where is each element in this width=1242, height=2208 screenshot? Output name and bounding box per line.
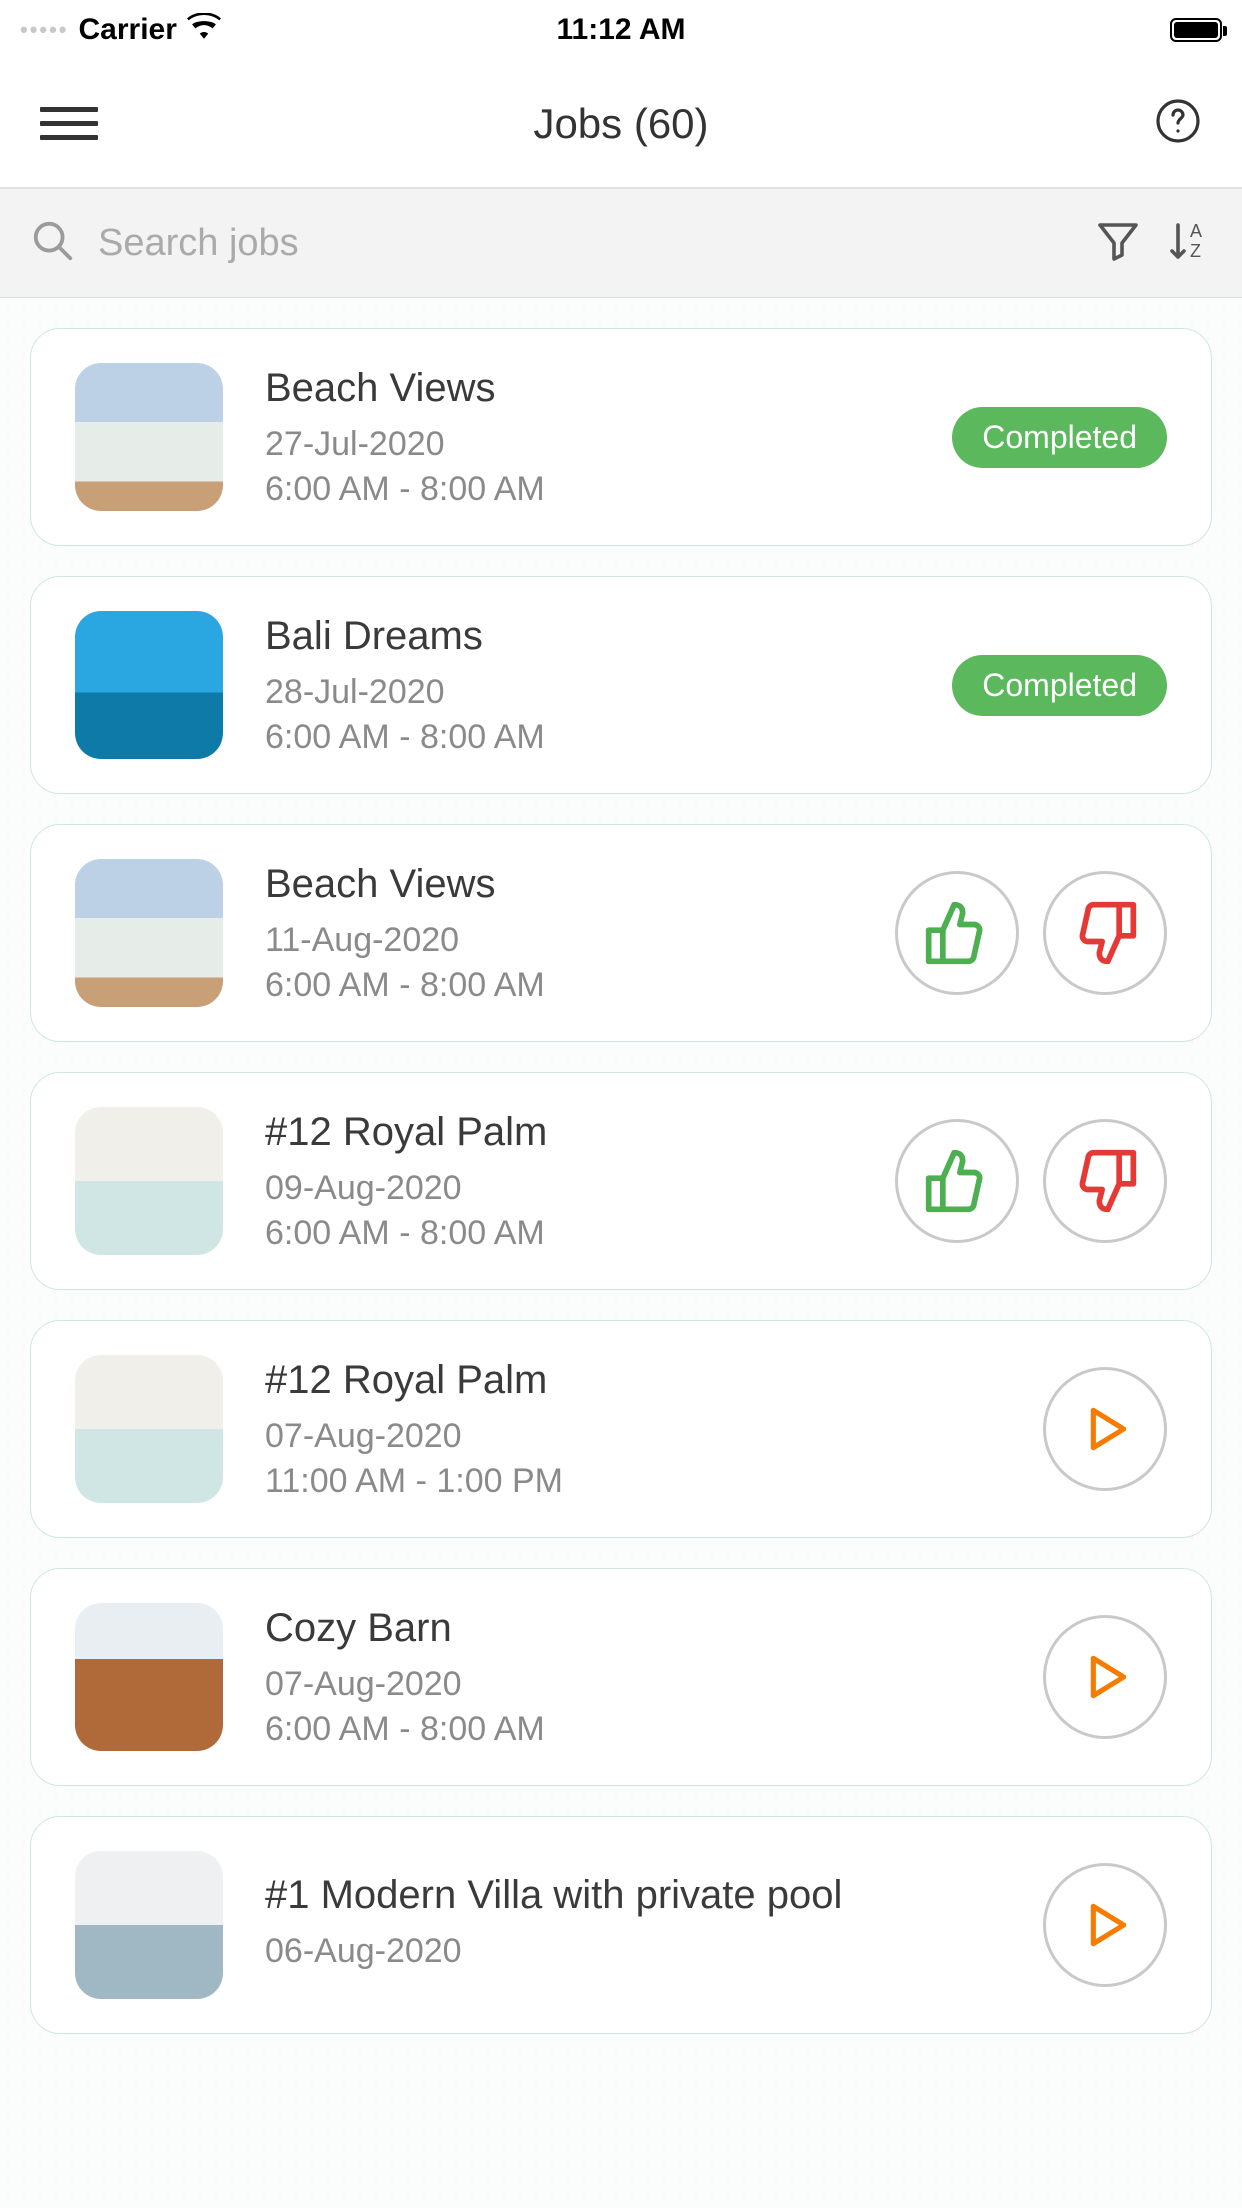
nav-right [1122,97,1202,150]
status-badge: Completed [952,655,1167,716]
job-actions [1043,1863,1167,1987]
play-button[interactable] [1043,1615,1167,1739]
thumbs-down-button[interactable] [1043,871,1167,995]
help-button[interactable] [1154,97,1202,150]
search-input[interactable] [98,222,1072,265]
job-title: #1 Modern Villa with private pool [265,1873,1001,1918]
job-title: Beach Views [265,862,853,907]
battery-icon [1170,18,1222,42]
job-date: 07-Aug-2020 [265,1665,1001,1704]
job-date: 09-Aug-2020 [265,1169,853,1208]
search-bar: A Z [0,188,1242,298]
job-thumbnail [75,1107,223,1255]
job-thumbnail [75,1851,223,1999]
job-time: 6:00 AM - 8:00 AM [265,718,910,757]
job-card[interactable]: Bali Dreams 28-Jul-2020 6:00 AM - 8:00 A… [30,576,1212,794]
job-info: #1 Modern Villa with private pool 06-Aug… [265,1873,1001,1977]
job-card[interactable]: #12 Royal Palm 07-Aug-2020 11:00 AM - 1:… [30,1320,1212,1538]
wifi-icon [187,13,221,47]
thumbs-down-button[interactable] [1043,1119,1167,1243]
menu-button[interactable] [40,107,98,140]
sort-button[interactable]: A Z [1164,217,1212,270]
job-info: Bali Dreams 28-Jul-2020 6:00 AM - 8:00 A… [265,614,910,757]
job-info: Cozy Barn 07-Aug-2020 6:00 AM - 8:00 AM [265,1606,1001,1749]
job-time: 6:00 AM - 8:00 AM [265,1214,853,1253]
status-left: ••••• Carrier [20,13,421,47]
job-actions [895,1119,1167,1243]
job-list: Beach Views 27-Jul-2020 6:00 AM - 8:00 A… [0,298,1242,2208]
job-date: 27-Jul-2020 [265,425,910,464]
svg-text:A: A [1190,221,1202,241]
job-time: 6:00 AM - 8:00 AM [265,1710,1001,1749]
job-title: Bali Dreams [265,614,910,659]
status-badge: Completed [952,407,1167,468]
page-title: Jobs (60) [120,100,1122,148]
job-time: 6:00 AM - 8:00 AM [265,470,910,509]
job-thumbnail [75,859,223,1007]
search-icon [30,218,76,269]
job-actions: Completed [952,407,1167,468]
job-thumbnail [75,1355,223,1503]
carrier-label: Carrier [79,13,177,47]
job-title: #12 Royal Palm [265,1110,853,1155]
thumbs-up-button[interactable] [895,871,1019,995]
job-actions [1043,1615,1167,1739]
play-button[interactable] [1043,1863,1167,1987]
job-actions [895,871,1167,995]
status-bar: ••••• Carrier 11:12 AM [0,0,1242,60]
nav-bar: Jobs (60) [0,60,1242,188]
job-actions: Completed [952,655,1167,716]
job-date: 28-Jul-2020 [265,673,910,712]
job-card[interactable]: Beach Views 27-Jul-2020 6:00 AM - 8:00 A… [30,328,1212,546]
job-card[interactable]: Cozy Barn 07-Aug-2020 6:00 AM - 8:00 AM [30,1568,1212,1786]
job-date: 06-Aug-2020 [265,1932,1001,1971]
job-info: #12 Royal Palm 07-Aug-2020 11:00 AM - 1:… [265,1358,1001,1501]
job-card[interactable]: #1 Modern Villa with private pool 06-Aug… [30,1816,1212,2034]
job-title: Cozy Barn [265,1606,1001,1651]
nav-left [40,107,120,140]
signal-dots-icon: ••••• [20,17,69,43]
job-title: #12 Royal Palm [265,1358,1001,1403]
job-card[interactable]: Beach Views 11-Aug-2020 6:00 AM - 8:00 A… [30,824,1212,1042]
svg-text:Z: Z [1190,241,1201,261]
job-info: Beach Views 27-Jul-2020 6:00 AM - 8:00 A… [265,366,910,509]
job-date: 11-Aug-2020 [265,921,853,960]
job-card[interactable]: #12 Royal Palm 09-Aug-2020 6:00 AM - 8:0… [30,1072,1212,1290]
job-thumbnail [75,611,223,759]
job-date: 07-Aug-2020 [265,1417,1001,1456]
play-button[interactable] [1043,1367,1167,1491]
job-info: Beach Views 11-Aug-2020 6:00 AM - 8:00 A… [265,862,853,1005]
status-time: 11:12 AM [421,13,822,47]
status-right [821,18,1222,42]
job-thumbnail [75,363,223,511]
job-info: #12 Royal Palm 09-Aug-2020 6:00 AM - 8:0… [265,1110,853,1253]
thumbs-up-button[interactable] [895,1119,1019,1243]
job-title: Beach Views [265,366,910,411]
filter-button[interactable] [1094,217,1142,270]
job-thumbnail [75,1603,223,1751]
job-time: 11:00 AM - 1:00 PM [265,1462,1001,1501]
job-time: 6:00 AM - 8:00 AM [265,966,853,1005]
job-actions [1043,1367,1167,1491]
